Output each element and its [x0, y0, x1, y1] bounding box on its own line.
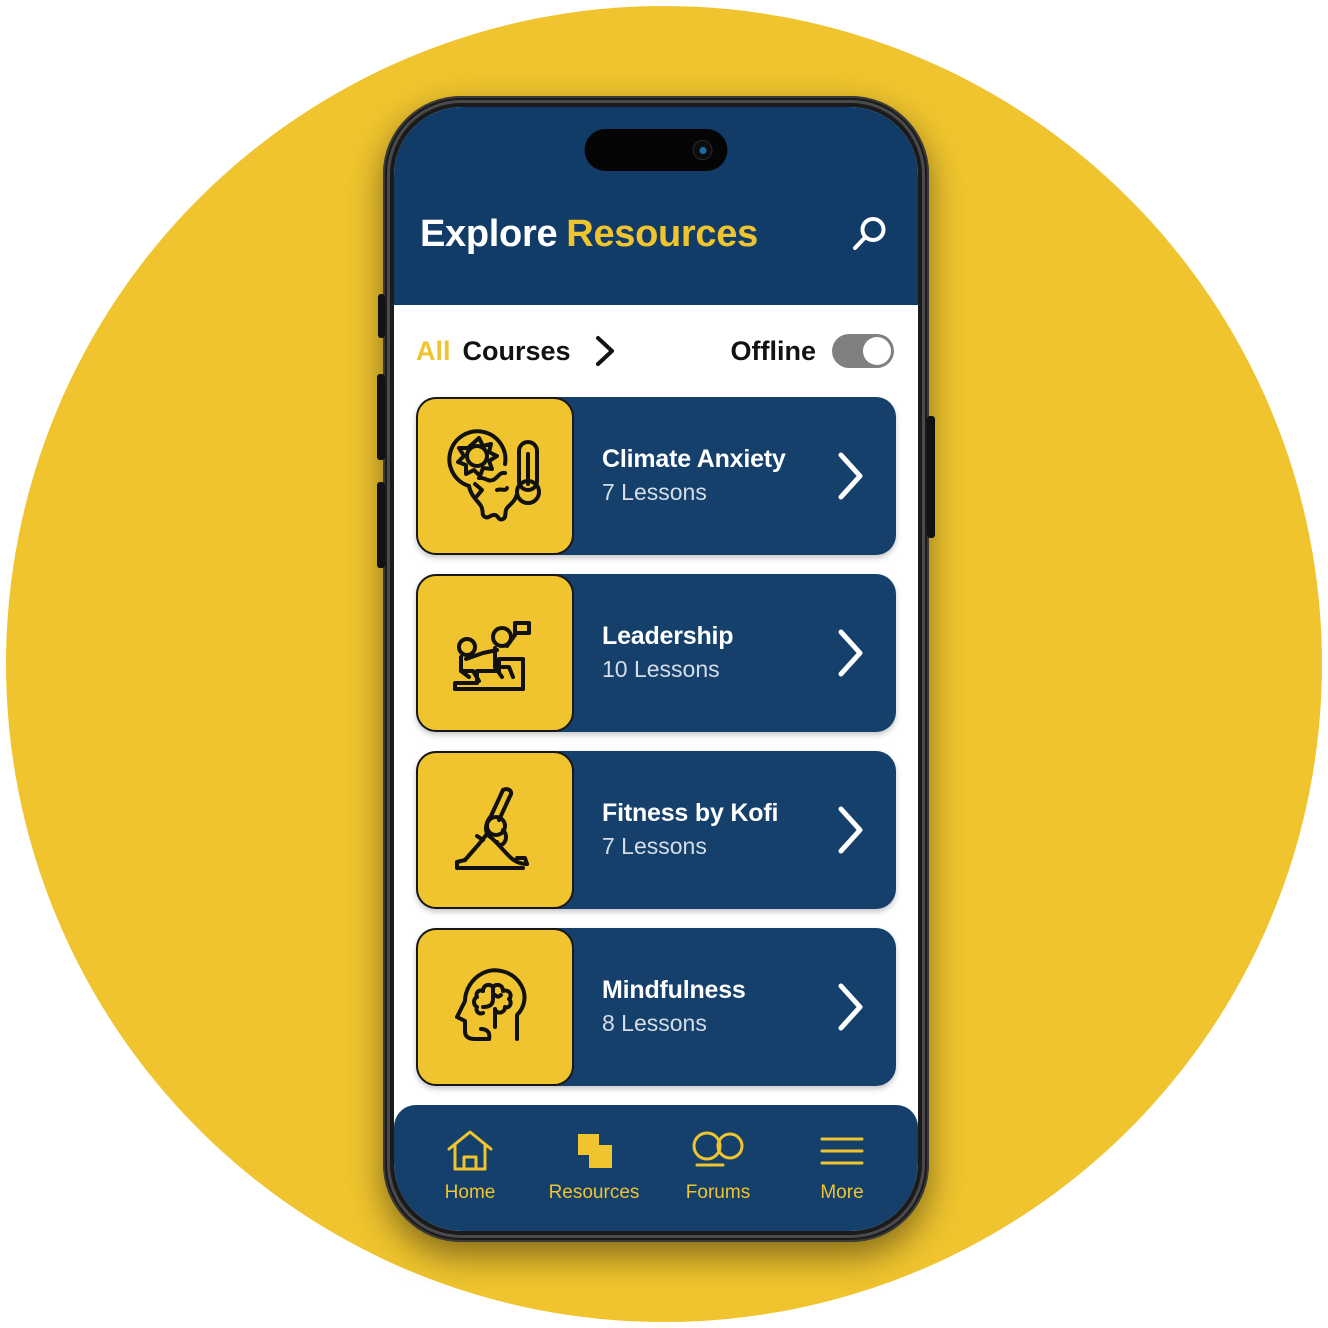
chevron-right-icon	[838, 983, 863, 1031]
course-card-leadership[interactable]: Leadership 10 Lessons	[416, 574, 896, 732]
offline-label: Offline	[730, 335, 817, 366]
chevron-right-icon	[595, 336, 614, 366]
nav-item-forums[interactable]: Forums	[656, 1118, 780, 1204]
filter-bar: All Courses Offline	[394, 305, 918, 397]
course-title: Leadership	[602, 622, 734, 651]
course-text: Leadership 10 Lessons	[602, 621, 830, 684]
course-title: Climate Anxiety	[602, 445, 786, 474]
course-lessons: 7 Lessons	[602, 478, 707, 505]
filter-category-label: Courses	[462, 335, 571, 366]
hamburger-menu-icon-wrap	[817, 1128, 867, 1174]
course-card-body: Leadership 10 Lessons	[574, 574, 896, 732]
nav-label-forums: Forums	[685, 1182, 751, 1203]
course-lessons: 8 Lessons	[602, 1009, 707, 1036]
two-circles-icon	[692, 1131, 744, 1167]
course-text: Climate Anxiety 7 Lessons	[602, 444, 830, 507]
course-card-body: Climate Anxiety 7 Lessons	[574, 397, 896, 555]
course-chevron-right-icon[interactable]	[830, 802, 876, 858]
course-list: Climate Anxiety 7 Lessons Leadership 10 …	[394, 397, 918, 1105]
offline-toggle[interactable]	[832, 334, 894, 368]
nav-item-resources[interactable]: Resources	[532, 1118, 656, 1204]
screenshot-stage: Explore Resources All Courses Offline Cl…	[0, 0, 1328, 1328]
course-card-body: Mindfulness 8 Lessons	[574, 928, 896, 1086]
course-thumbnail	[416, 928, 574, 1086]
two-circles-icon-wrap	[690, 1128, 746, 1174]
search-icon	[853, 217, 886, 250]
nav-item-more[interactable]: More	[780, 1118, 904, 1204]
page-title-primary: Explore	[420, 213, 558, 255]
head-brain-icon	[455, 968, 527, 1041]
category-filter[interactable]: All Courses	[416, 333, 619, 369]
melting-globe-thermometer-icon	[447, 429, 541, 522]
dynamic-island	[584, 129, 728, 171]
filter-scope-label: All	[416, 335, 451, 366]
nav-label-more: More	[820, 1182, 864, 1203]
course-thumbnail	[416, 397, 574, 555]
course-thumbnail	[416, 751, 574, 909]
chevron-right-icon	[838, 452, 863, 500]
nav-label-resources: Resources	[548, 1182, 640, 1203]
course-chevron-right-icon[interactable]	[830, 625, 876, 681]
course-lessons: 7 Lessons	[602, 832, 707, 859]
bottom-navigation: Home Resources Forums More	[394, 1105, 918, 1231]
squares-icon	[578, 1134, 612, 1168]
course-card-climate-anxiety[interactable]: Climate Anxiety 7 Lessons	[416, 397, 896, 555]
home-icon-wrap	[446, 1128, 494, 1174]
nav-item-home[interactable]: Home	[408, 1118, 532, 1204]
course-text: Mindfulness 8 Lessons	[602, 975, 830, 1038]
course-title: Mindfulness	[602, 976, 746, 1005]
course-lessons: 10 Lessons	[602, 655, 720, 682]
chevron-right-icon	[838, 629, 863, 677]
course-chevron-right-icon[interactable]	[830, 979, 876, 1035]
squares-icon-wrap	[570, 1128, 618, 1174]
home-icon	[447, 1130, 493, 1171]
search-button[interactable]	[846, 212, 892, 258]
course-card-body: Fitness by Kofi 7 Lessons	[574, 751, 896, 909]
course-card-mindfulness[interactable]: Mindfulness 8 Lessons	[416, 928, 896, 1086]
phone-device: Explore Resources All Courses Offline Cl…	[377, 96, 935, 1242]
phone-screen: Explore Resources All Courses Offline Cl…	[394, 107, 918, 1231]
page-title-accent: Resources	[566, 213, 758, 255]
power-button[interactable]	[927, 416, 935, 538]
course-card-fitness-by-kofi[interactable]: Fitness by Kofi 7 Lessons	[416, 751, 896, 909]
volume-up-button[interactable]	[377, 374, 385, 460]
hamburger-menu-icon	[820, 1137, 864, 1165]
chevron-right-icon	[838, 806, 863, 854]
offline-filter: Offline	[730, 334, 894, 368]
course-text: Fitness by Kofi 7 Lessons	[602, 798, 830, 861]
people-stairs-flag-icon	[453, 621, 531, 691]
front-camera-icon	[693, 141, 712, 159]
course-thumbnail	[416, 574, 574, 732]
filter-chevron-right-icon[interactable]	[591, 333, 619, 369]
nav-label-home: Home	[444, 1182, 496, 1203]
course-title: Fitness by Kofi	[602, 799, 779, 828]
course-chevron-right-icon[interactable]	[830, 448, 876, 504]
page-title: Explore Resources	[420, 215, 758, 253]
yoga-lunge-pose-icon	[455, 787, 529, 870]
volume-down-button[interactable]	[377, 482, 385, 568]
silent-switch[interactable]	[378, 294, 385, 338]
offline-toggle-knob	[863, 337, 891, 365]
